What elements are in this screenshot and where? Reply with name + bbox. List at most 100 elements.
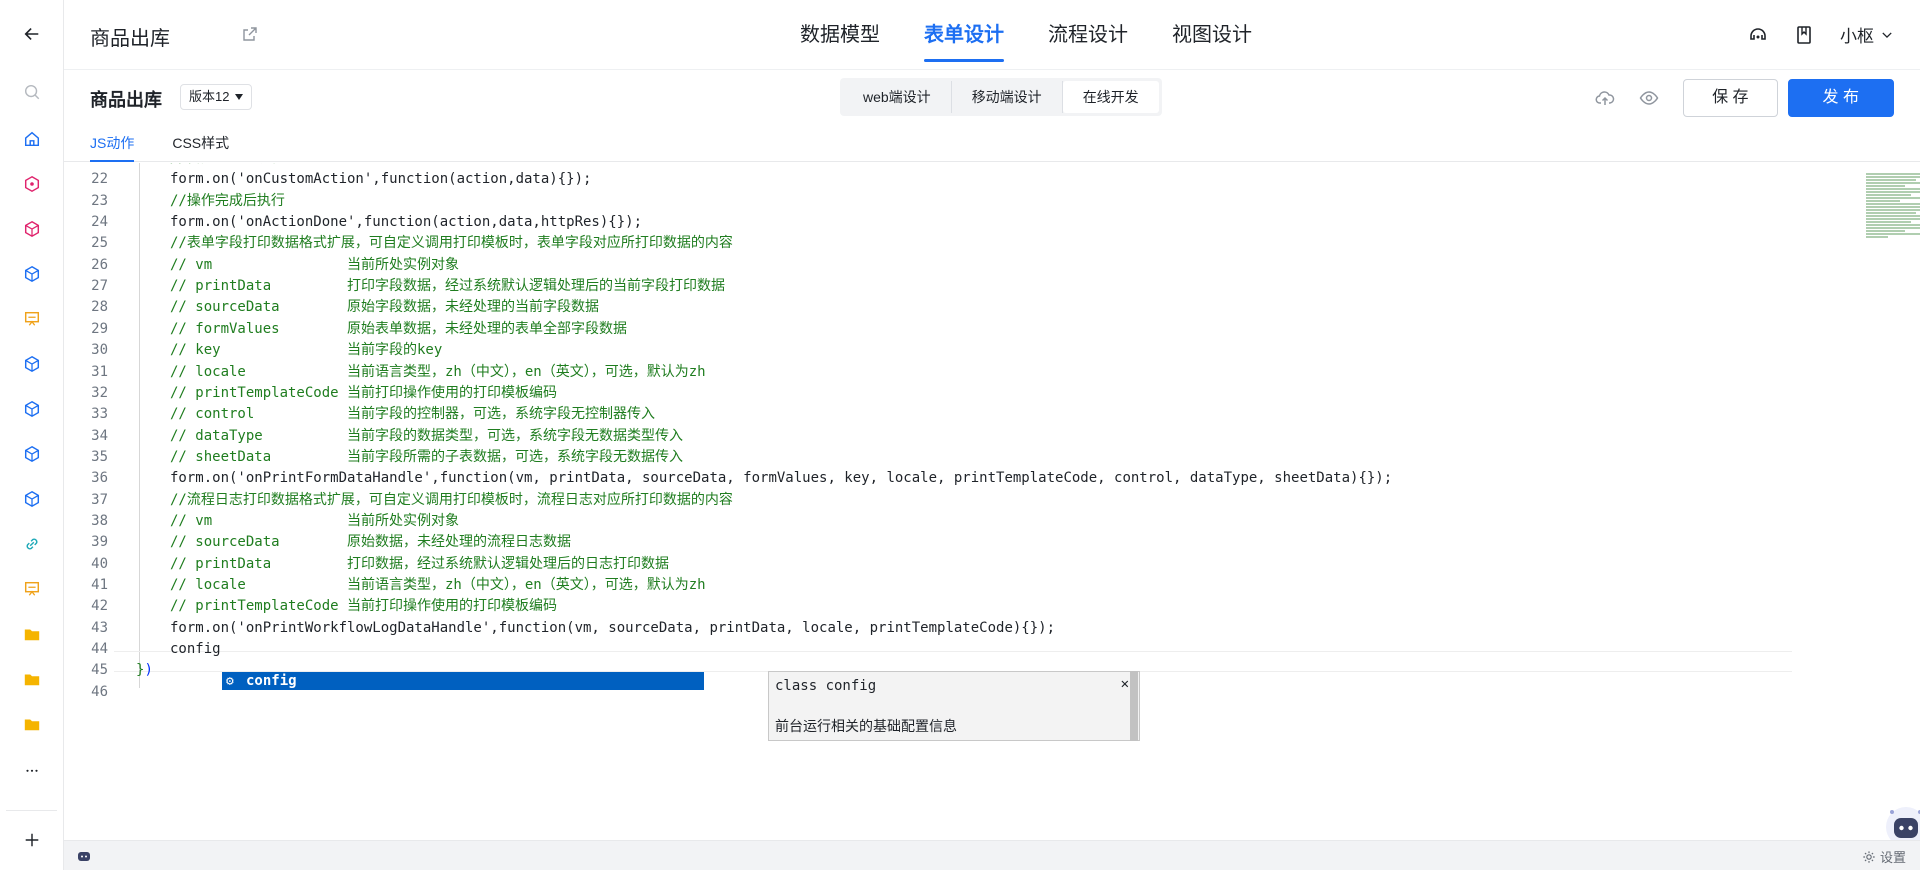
code-line: 36 form.on('onPrintFormDataHandle',functi… xyxy=(64,468,1864,489)
line-number: 27 xyxy=(91,278,108,295)
cube-icon-blue[interactable] xyxy=(20,262,44,286)
code-text: // printData 打印数据，经过系统默认逻辑处理后的日志打印数据 xyxy=(170,555,670,572)
settings-label: 设置 xyxy=(1879,850,1906,865)
code-line: 41 // locale 当前语言类型，zh（中文），en（英文），可选，默认为z… xyxy=(64,575,1864,596)
code-text: // vm 当前所处实例对象 xyxy=(170,512,460,529)
suggest-item[interactable]: ⚙ config xyxy=(222,672,704,690)
tab-css-styles[interactable]: CSS样式 xyxy=(160,126,241,161)
headset-icon[interactable] xyxy=(1748,25,1768,45)
tab-data-model[interactable]: 数据模型 xyxy=(778,0,902,70)
back-arrow-icon[interactable] xyxy=(20,22,44,46)
class-symbol-icon: ⚙ xyxy=(226,674,234,689)
code-line: 38 // vm 当前所处实例对象 xyxy=(64,511,1864,532)
version-select[interactable]: 版本12 xyxy=(180,84,253,110)
code-text: //自定义按钮执行 xyxy=(170,163,285,169)
more-icon[interactable] xyxy=(20,757,44,781)
code-text: }) xyxy=(136,662,153,679)
segment-web-design[interactable]: web端设计 xyxy=(843,81,952,113)
suggest-scrollbar[interactable] xyxy=(1130,671,1138,741)
presentation-icon-2[interactable] xyxy=(20,577,44,601)
code-line: 40 // printData 打印数据，经过系统默认逻辑处理后的日志打印数据 xyxy=(64,554,1864,575)
tab-form-design[interactable]: 表单设计 xyxy=(902,0,1026,70)
top-right-actions: 小枢 xyxy=(1748,22,1894,47)
add-icon[interactable] xyxy=(20,828,44,852)
line-number: 46 xyxy=(91,683,108,700)
tab-view-design[interactable]: 视图设计 xyxy=(1150,0,1274,70)
home-icon[interactable] xyxy=(20,127,44,151)
link-icon[interactable] xyxy=(20,532,44,556)
segment-online-dev[interactable]: 在线开发 xyxy=(1062,81,1159,113)
code-text: // sourceData 原始数据，未经处理的流程日志数据 xyxy=(170,534,572,551)
publish-button[interactable]: 发 布 xyxy=(1787,79,1894,117)
suggest-details: class config 前台运行相关的基础配置信息 ✕ xyxy=(768,671,1140,741)
cube-icon-blue-5[interactable] xyxy=(20,487,44,511)
settings-button[interactable]: 设置 xyxy=(1862,847,1906,866)
suggest-detail-description: 前台运行相关的基础配置信息 xyxy=(775,718,957,734)
minimap[interactable] xyxy=(1866,173,1920,263)
suggest-item-label: config xyxy=(246,673,297,689)
status-bar: 设置 xyxy=(64,840,1920,870)
code-text: //表单字段打印数据格式扩展，可自定义调用打印模板时，表单字段对应所打印数据的内… xyxy=(170,235,733,252)
close-icon[interactable]: ✕ xyxy=(1121,676,1129,692)
user-menu[interactable]: 小枢 xyxy=(1840,22,1894,47)
code-text: form.on('onCustomAction',function(action… xyxy=(170,171,592,188)
code-line: 39 // sourceData 原始数据，未经处理的流程日志数据 xyxy=(64,532,1864,553)
top-header: 商品出库 数据模型 表单设计 流程设计 视图设计 小枢 xyxy=(64,0,1920,70)
app-title: 商品出库 xyxy=(90,28,170,50)
form-title: 商品出库 xyxy=(90,90,162,110)
sidebar-divider xyxy=(6,810,57,811)
code-text: // locale 当前语言类型，zh（中文），en（英文），可选，默认为zh xyxy=(170,363,706,380)
cloud-upload-icon[interactable] xyxy=(1595,88,1615,108)
cube-icon-blue-4[interactable] xyxy=(20,442,44,466)
line-number: 42 xyxy=(91,598,108,615)
line-number: 37 xyxy=(91,491,108,508)
line-number: 26 xyxy=(91,256,108,273)
folder-icon[interactable] xyxy=(20,622,44,646)
line-number: 29 xyxy=(91,320,108,337)
sub-header-actions: 保 存 发 布 xyxy=(1595,79,1894,117)
book-icon[interactable] xyxy=(1794,25,1814,45)
folder-icon-2[interactable] xyxy=(20,667,44,691)
tab-workflow-design[interactable]: 流程设计 xyxy=(1026,0,1150,70)
line-number: 34 xyxy=(91,427,108,444)
tab-js-actions[interactable]: JS动作 xyxy=(78,126,146,162)
code-editor[interactable]: 21 //自定义按钮执行 22 form.on('onCustomAction',fu… xyxy=(64,163,1920,840)
robot-icon[interactable] xyxy=(76,848,92,864)
code-text: // locale 当前语言类型，zh（中文），en（英文），可选，默认为zh xyxy=(170,577,706,593)
save-button[interactable]: 保 存 xyxy=(1683,79,1778,117)
line-number: 22 xyxy=(91,171,108,188)
external-link-icon[interactable] xyxy=(242,26,258,42)
code-text: form.on('onActionDone',function(action,d… xyxy=(170,214,643,231)
line-number: 30 xyxy=(91,342,108,359)
search-icon[interactable] xyxy=(20,80,44,104)
code-line: 24 form.on('onActionDone',function(action… xyxy=(64,212,1864,233)
line-number: 40 xyxy=(91,555,108,572)
code-text: form.on('onPrintFormDataHandle',function… xyxy=(170,470,1393,487)
cube-icon-blue-2[interactable] xyxy=(20,352,44,376)
chevron-down-icon xyxy=(1882,31,1892,38)
line-number: 44 xyxy=(91,641,108,658)
code-line: 43 form.on('onPrintWorkflowLogDataHandle'… xyxy=(64,618,1864,639)
presentation-icon[interactable] xyxy=(20,307,44,331)
segment-mobile-design[interactable]: 移动端设计 xyxy=(952,81,1063,113)
eye-icon[interactable] xyxy=(1639,88,1659,108)
code-line: 37 //流程日志打印数据格式扩展，可自定义调用打印模板时，流程日志对应所打印数据… xyxy=(64,490,1864,511)
line-number: 31 xyxy=(91,363,108,380)
cube-icon-magenta[interactable] xyxy=(20,172,44,196)
line-number: 39 xyxy=(91,534,108,551)
folder-icon-3[interactable] xyxy=(20,712,44,736)
line-number: 41 xyxy=(91,577,108,593)
cube-icon-pink[interactable] xyxy=(20,217,44,241)
sub-header: 商品出库 版本12 web端设计 移动端设计 在线开发 保 存 发 布 xyxy=(64,70,1920,126)
cube-icon-blue-3[interactable] xyxy=(20,397,44,421)
code-text: form.on('onPrintWorkflowLogDataHandle',f… xyxy=(170,619,1056,636)
code-text: // key 当前字段的key xyxy=(170,342,443,359)
code-line: 26 // vm 当前所处实例对象 xyxy=(64,255,1864,276)
ai-assistant-robot-icon[interactable] xyxy=(1884,805,1920,840)
code-tabs: JS动作 CSS样式 xyxy=(64,126,1920,162)
code-text: // sheetData 当前字段所需的子表数据，可选，系统字段无数据传入 xyxy=(170,448,684,465)
code-line: 28 // sourceData 原始字段数据，未经处理的当前字段数据 xyxy=(64,297,1864,318)
line-number: 24 xyxy=(91,214,108,231)
code-text: // dataType 当前字段的数据类型，可选，系统字段无数据类型传入 xyxy=(170,427,684,444)
line-number: 32 xyxy=(91,384,108,401)
